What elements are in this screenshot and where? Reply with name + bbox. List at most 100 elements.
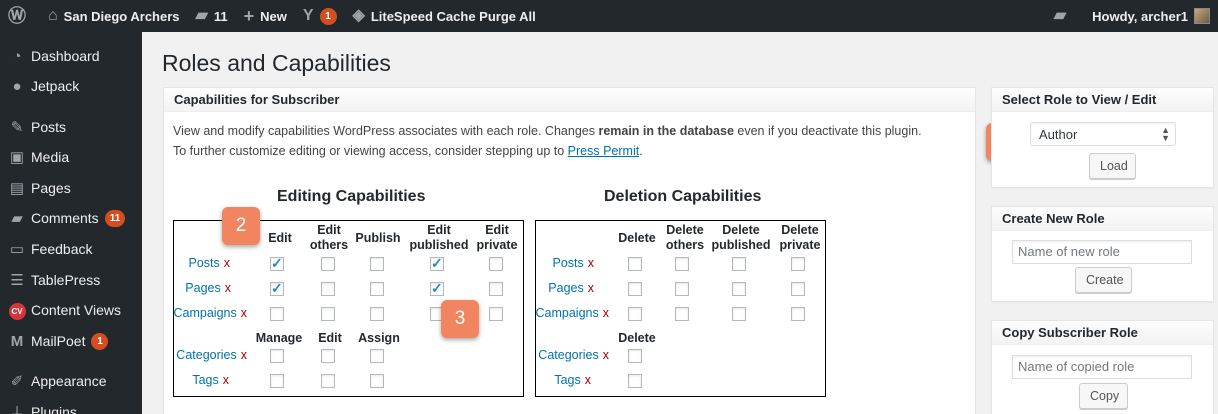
copied-role-name-input[interactable]: Name of copied role	[1012, 355, 1192, 379]
checkbox-pages-delete-private[interactable]	[791, 282, 805, 296]
checkbox-pages-edit-others[interactable]	[321, 282, 335, 296]
sidebar-item-appearance[interactable]: ✐ Appearance	[0, 366, 142, 396]
checkbox-posts-edit-private[interactable]	[489, 257, 503, 271]
checkbox-posts-edit-others[interactable]	[321, 257, 335, 271]
role-select[interactable]: Author ▲ ▼	[1030, 122, 1176, 146]
row-label-posts-deletion[interactable]: Posts x	[552, 256, 594, 270]
remove-tags-x[interactable]: x	[223, 373, 229, 387]
row-label-text[interactable]: Campaigns	[536, 306, 599, 320]
remove-campaigns-x[interactable]: x	[241, 306, 247, 320]
comment-icon: ▰	[195, 7, 208, 24]
checkbox-campaigns-edit-private[interactable]	[489, 307, 503, 321]
row-label-text[interactable]: Posts	[188, 256, 219, 270]
checkbox-tags-delete[interactable]	[628, 374, 642, 388]
checkbox-campaigns-delete-private[interactable]	[791, 307, 805, 321]
remove-categories-x[interactable]: x	[241, 348, 247, 362]
remove-posts-x[interactable]: x	[224, 256, 230, 270]
load-button[interactable]: Load	[1089, 153, 1136, 179]
remove-posts-x[interactable]: x	[588, 256, 594, 270]
checkbox-campaigns-edit[interactable]	[270, 307, 284, 321]
checkbox-posts-delete-published[interactable]	[732, 257, 746, 271]
row-label-categories-deletion[interactable]: Categories x	[538, 348, 609, 362]
checkbox-campaigns-edit-others[interactable]	[321, 307, 335, 321]
yoast-seo-link[interactable]: Y 1	[295, 0, 345, 32]
row-label-campaigns[interactable]: Campaigns x	[174, 306, 247, 320]
checkbox-posts-publish[interactable]	[370, 257, 384, 271]
checkbox-categories-assign[interactable]	[370, 349, 384, 363]
sidebar-item-plugins[interactable]: ⏚ Plugins	[0, 397, 142, 414]
row-label-text[interactable]: Tags	[554, 373, 580, 387]
sidebar-item-feedback[interactable]: ▭ Feedback	[0, 234, 142, 264]
sidebar-item-content-views[interactable]: CV Content Views	[0, 295, 142, 325]
col-edit: Edit	[268, 231, 292, 245]
row-label-pages[interactable]: Pages x	[185, 281, 231, 295]
my-account-link[interactable]: Howdy, archer1	[1084, 0, 1218, 32]
callout-2: 2	[222, 207, 260, 245]
litespeed-purge-link[interactable]: ◈ LiteSpeed Cache Purge All	[345, 0, 544, 32]
sidebar-item-posts[interactable]: ✎ Posts	[0, 112, 142, 142]
create-role-title: Create New Role	[992, 207, 1213, 231]
wordpress-logo-button[interactable]: Ⓦ	[0, 0, 40, 32]
checkbox-tags-manage[interactable]	[270, 374, 284, 388]
checkbox-pages-delete[interactable]	[628, 282, 642, 296]
plugin-icon: ⏚	[9, 404, 25, 414]
create-button[interactable]: Create	[1075, 267, 1132, 293]
checkbox-pages-edit[interactable]	[270, 280, 284, 297]
row-label-text[interactable]: Posts	[552, 256, 583, 270]
row-label-pages-deletion[interactable]: Pages x	[548, 281, 594, 295]
remove-campaigns-x[interactable]: x	[603, 306, 609, 320]
row-label-text[interactable]: Categories	[538, 348, 598, 362]
press-permit-link[interactable]: Press Permit	[568, 144, 640, 158]
sidebar-item-tablepress[interactable]: ☰ TablePress	[0, 265, 142, 295]
row-label-text[interactable]: Tags	[192, 373, 218, 387]
remove-pages-x[interactable]: x	[225, 281, 231, 295]
remove-categories-x[interactable]: x	[603, 348, 609, 362]
checkbox-categories-manage[interactable]	[270, 349, 284, 363]
checkbox-campaigns-delete-others[interactable]	[675, 307, 689, 321]
checkbox-campaigns-publish[interactable]	[370, 307, 384, 321]
checkbox-campaigns-delete[interactable]	[628, 307, 642, 321]
remove-pages-x[interactable]: x	[588, 281, 594, 295]
sidebar-item-comments[interactable]: ▰ Comments 11	[0, 203, 142, 233]
row-label-tags-deletion[interactable]: Tags x	[554, 373, 591, 387]
sidebar-item-pages[interactable]: ▤ Pages	[0, 173, 142, 203]
litespeed-label: LiteSpeed Cache Purge All	[370, 8, 536, 24]
checkbox-pages-publish[interactable]	[370, 282, 384, 296]
copy-button[interactable]: Copy	[1079, 383, 1128, 409]
site-name: San Diego Archers	[63, 8, 180, 24]
notification-button[interactable]: ▰	[1042, 0, 1084, 32]
row-label-campaigns-deletion[interactable]: Campaigns x	[536, 306, 609, 320]
row-label-posts[interactable]: Posts x	[188, 256, 230, 270]
row-label-text[interactable]: Campaigns	[174, 306, 237, 320]
checkbox-posts-delete-others[interactable]	[675, 257, 689, 271]
sidebar-item-dashboard[interactable]: ◔ Dashboard	[0, 41, 142, 71]
checkbox-posts-delete-private[interactable]	[791, 257, 805, 271]
checkbox-categories-delete[interactable]	[628, 349, 642, 363]
row-label-text[interactable]: Categories	[176, 348, 236, 362]
site-name-link[interactable]: ⌂ San Diego Archers	[40, 0, 188, 32]
row-label-text[interactable]: Pages	[185, 281, 220, 295]
capabilities-box-title: Capabilities for Subscriber	[164, 88, 975, 112]
comments-link[interactable]: ▰ 11	[188, 0, 236, 32]
checkbox-posts-delete[interactable]	[628, 257, 642, 271]
remove-tags-x[interactable]: x	[585, 373, 591, 387]
sidebar-item-mailpoet[interactable]: M MailPoet 1	[0, 326, 142, 356]
checkbox-pages-edit-published[interactable]	[430, 280, 444, 297]
checkbox-tags-assign[interactable]	[370, 374, 384, 388]
new-content-link[interactable]: + New	[236, 0, 295, 32]
row-label-tags[interactable]: Tags x	[192, 373, 229, 387]
checkbox-pages-edit-private[interactable]	[489, 282, 503, 296]
checkbox-pages-delete-published[interactable]	[732, 282, 746, 296]
new-role-name-input[interactable]: Name of new role	[1012, 240, 1192, 264]
checkbox-campaigns-delete-published[interactable]	[732, 307, 746, 321]
sidebar-item-jetpack[interactable]: ● Jetpack	[0, 71, 142, 101]
row-label-text[interactable]: Pages	[548, 281, 583, 295]
checkbox-posts-edit-published[interactable]	[430, 255, 444, 272]
checkbox-tags-edit[interactable]	[321, 374, 335, 388]
checkbox-categories-edit[interactable]	[321, 349, 335, 363]
row-label-categories[interactable]: Categories x	[176, 348, 247, 362]
checkbox-pages-delete-others[interactable]	[675, 282, 689, 296]
checkbox-posts-edit[interactable]	[270, 255, 284, 272]
col-manage: Manage	[255, 331, 303, 345]
sidebar-item-media[interactable]: ▣ Media	[0, 142, 142, 172]
